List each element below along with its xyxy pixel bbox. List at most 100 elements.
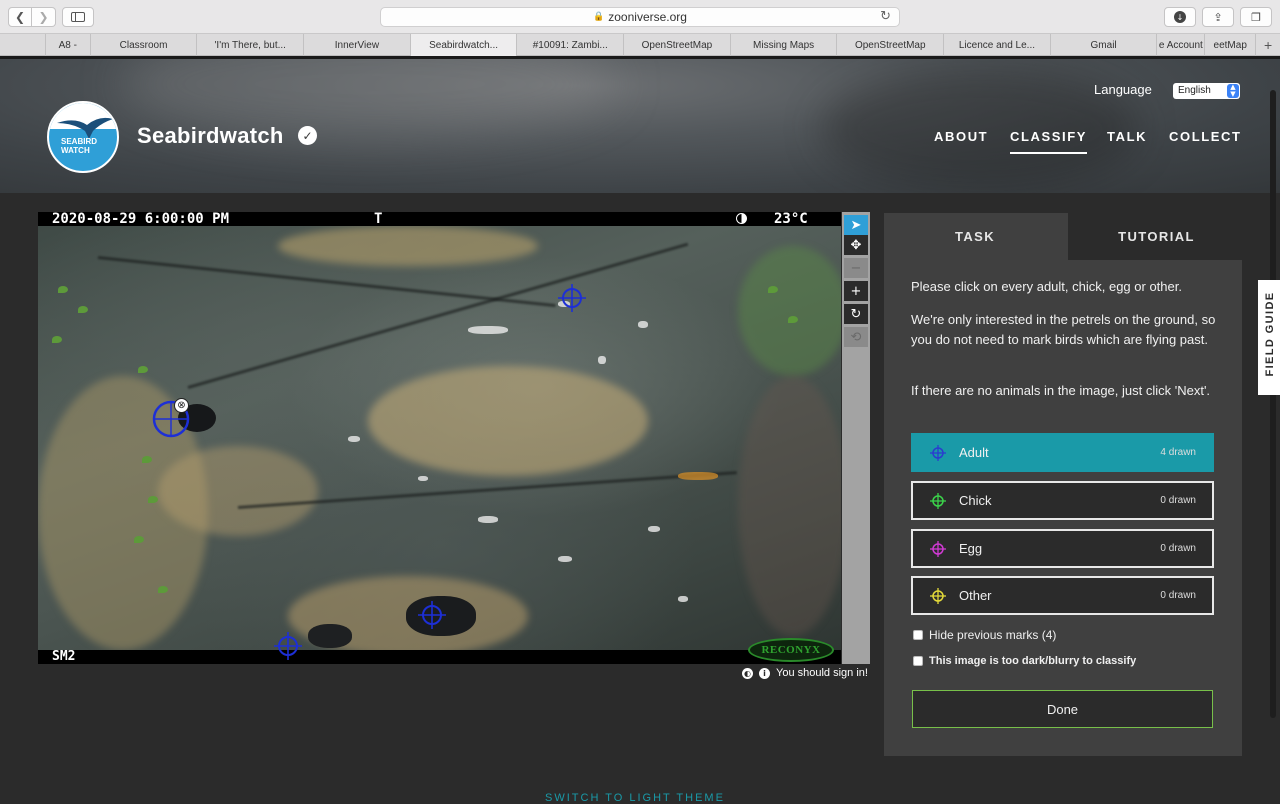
browser-tab[interactable]: OpenStreetMap bbox=[837, 34, 945, 56]
crosshair-icon bbox=[930, 444, 946, 461]
browser-tab[interactable] bbox=[0, 34, 46, 56]
image-toolbar: ➤ ✥ − + ↻ ⟲ bbox=[842, 212, 870, 664]
tab-task[interactable]: TASK bbox=[884, 213, 1066, 260]
reset-tool-icon[interactable]: ⟲ bbox=[844, 327, 868, 347]
leaf bbox=[134, 536, 144, 543]
pan-tool-icon[interactable]: ✥ bbox=[844, 235, 868, 255]
browser-tab[interactable]: eetMap bbox=[1205, 34, 1257, 56]
new-tab-button[interactable]: + bbox=[1256, 34, 1280, 55]
guano-spot bbox=[598, 356, 606, 364]
history-buttons: ❮ ❯ bbox=[8, 7, 56, 27]
too-dark-checkbox[interactable] bbox=[913, 656, 923, 666]
task-instruction: If there are no animals in the image, ju… bbox=[911, 383, 1211, 398]
nav-classify[interactable]: CLASSIFY bbox=[1010, 129, 1088, 154]
vegetation-patch bbox=[738, 246, 841, 376]
back-button[interactable]: ❮ bbox=[8, 7, 32, 27]
camera-brand-logo: RECONYX bbox=[748, 638, 834, 662]
browser-tab[interactable]: e Account bbox=[1157, 34, 1206, 56]
crosshair-mark-adult[interactable] bbox=[416, 599, 448, 631]
logo-text: SEABIRD WATCH bbox=[61, 137, 97, 155]
address-bar[interactable]: 🔒 zooniverse.org ↻ bbox=[380, 7, 900, 27]
grass-patch bbox=[158, 446, 318, 536]
info-icon[interactable]: i bbox=[759, 667, 770, 679]
drawn-count: 0 drawn bbox=[1160, 590, 1196, 601]
done-button[interactable]: Done bbox=[912, 690, 1213, 728]
reload-icon[interactable]: ↻ bbox=[880, 9, 891, 24]
browser-tab[interactable]: Licence and Le... bbox=[944, 34, 1051, 56]
shrub-patch bbox=[738, 376, 841, 636]
project-title[interactable]: Seabirdwatch bbox=[137, 123, 284, 149]
browser-tab[interactable]: 'I'm There, but... bbox=[197, 34, 305, 56]
share-button[interactable]: ⇪ bbox=[1202, 7, 1234, 27]
crosshair-icon bbox=[930, 540, 946, 557]
lock-icon: 🔒 bbox=[593, 12, 605, 22]
subject-meta: ◐ i You should sign in! bbox=[742, 667, 868, 679]
crosshair-mark-adult[interactable] bbox=[272, 630, 304, 662]
guano-spot bbox=[638, 321, 648, 328]
subject-viewer[interactable]: 2020-08-29 6:00:00 PM T 23°C SM2 RECONYX… bbox=[38, 212, 841, 664]
project-logo[interactable]: SEABIRD WATCH bbox=[47, 101, 119, 173]
pointer-tool-icon[interactable]: ➤ bbox=[844, 215, 868, 235]
browser-tab[interactable]: InnerView bbox=[304, 34, 411, 56]
browser-tab[interactable]: A8 - bbox=[46, 34, 91, 56]
browser-tab[interactable]: Gmail bbox=[1051, 34, 1158, 56]
delete-mark-icon[interactable]: ⊗ bbox=[174, 398, 189, 413]
stamp-datetime: 2020-08-29 6:00:00 PM bbox=[52, 212, 230, 227]
sign-in-prompt[interactable]: You should sign in! bbox=[776, 667, 868, 679]
leaf bbox=[78, 306, 88, 313]
zoom-out-tool-icon[interactable]: − bbox=[844, 258, 868, 278]
leaf bbox=[768, 286, 778, 293]
field-guide-button[interactable]: FIELD GUIDE bbox=[1258, 280, 1280, 395]
crosshair-mark-adult[interactable] bbox=[556, 282, 588, 314]
browser-tab[interactable]: Missing Maps bbox=[731, 34, 838, 56]
tool-choice-chick[interactable]: Chick 0 drawn bbox=[911, 481, 1214, 520]
hide-marks-checkbox[interactable] bbox=[913, 630, 923, 640]
leaf bbox=[142, 456, 152, 463]
nav-about[interactable]: ABOUT bbox=[934, 129, 988, 144]
guano-spot bbox=[418, 476, 428, 481]
leaf bbox=[52, 336, 62, 343]
moon-phase-icon bbox=[736, 213, 747, 224]
share-icon: ⇪ bbox=[1213, 10, 1223, 24]
browser-tab[interactable]: Classroom bbox=[91, 34, 198, 56]
tab-tutorial[interactable]: TUTORIAL bbox=[1068, 213, 1245, 260]
tool-choice-label: Egg bbox=[959, 541, 983, 556]
browser-tab[interactable]: Seabirdwatch... bbox=[410, 34, 518, 56]
invert-icon[interactable]: ◐ bbox=[742, 667, 753, 679]
sidebar-icon bbox=[71, 12, 85, 22]
browser-tab[interactable]: OpenStreetMap bbox=[624, 34, 731, 56]
hide-marks-option[interactable]: Hide previous marks (4) bbox=[913, 628, 1056, 642]
leaf bbox=[58, 286, 68, 293]
guano-spot bbox=[558, 556, 572, 562]
leaf bbox=[158, 586, 168, 593]
language-select[interactable]: English ▲ ▼ bbox=[1173, 83, 1240, 99]
rock-crack bbox=[97, 256, 556, 308]
theme-switch-link[interactable]: SWITCH TO LIGHT THEME bbox=[545, 792, 725, 804]
page-scrollbar[interactable] bbox=[1270, 90, 1276, 718]
download-icon: ↓ bbox=[1174, 11, 1186, 23]
tool-choice-egg[interactable]: Egg 0 drawn bbox=[911, 529, 1214, 568]
sidebar-toggle-button[interactable] bbox=[62, 7, 94, 27]
logo-text-line1: SEABIRD bbox=[61, 137, 98, 146]
browser-tab[interactable]: #10091: Zambi... bbox=[517, 34, 625, 56]
select-arrows-icon: ▲ ▼ bbox=[1227, 84, 1239, 98]
tool-choice-adult[interactable]: Adult 4 drawn bbox=[911, 433, 1214, 472]
tab-overview-button[interactable]: ❐ bbox=[1240, 7, 1272, 27]
downloads-button[interactable]: ↓ bbox=[1164, 7, 1196, 27]
nav-talk[interactable]: TALK bbox=[1107, 129, 1147, 144]
forward-button[interactable]: ❯ bbox=[32, 7, 56, 27]
rotate-tool-icon[interactable]: ↻ bbox=[844, 304, 868, 324]
tool-choice-other[interactable]: Other 0 drawn bbox=[911, 576, 1214, 615]
stamp-temperature: 23°C bbox=[774, 212, 808, 227]
nav-collect[interactable]: COLLECT bbox=[1169, 129, 1242, 144]
zoom-in-tool-icon[interactable]: + bbox=[844, 281, 868, 301]
logo-text-line2: WATCH bbox=[61, 146, 90, 155]
too-dark-option[interactable]: This image is too dark/blurry to classif… bbox=[913, 655, 1136, 667]
grass-patch bbox=[368, 366, 648, 476]
grass-patch bbox=[278, 226, 538, 266]
guano-spot bbox=[348, 436, 360, 442]
url-text: zooniverse.org bbox=[608, 10, 687, 24]
language-value: English bbox=[1178, 85, 1211, 96]
guano-spot bbox=[678, 596, 688, 602]
tool-choice-label: Adult bbox=[959, 445, 989, 460]
